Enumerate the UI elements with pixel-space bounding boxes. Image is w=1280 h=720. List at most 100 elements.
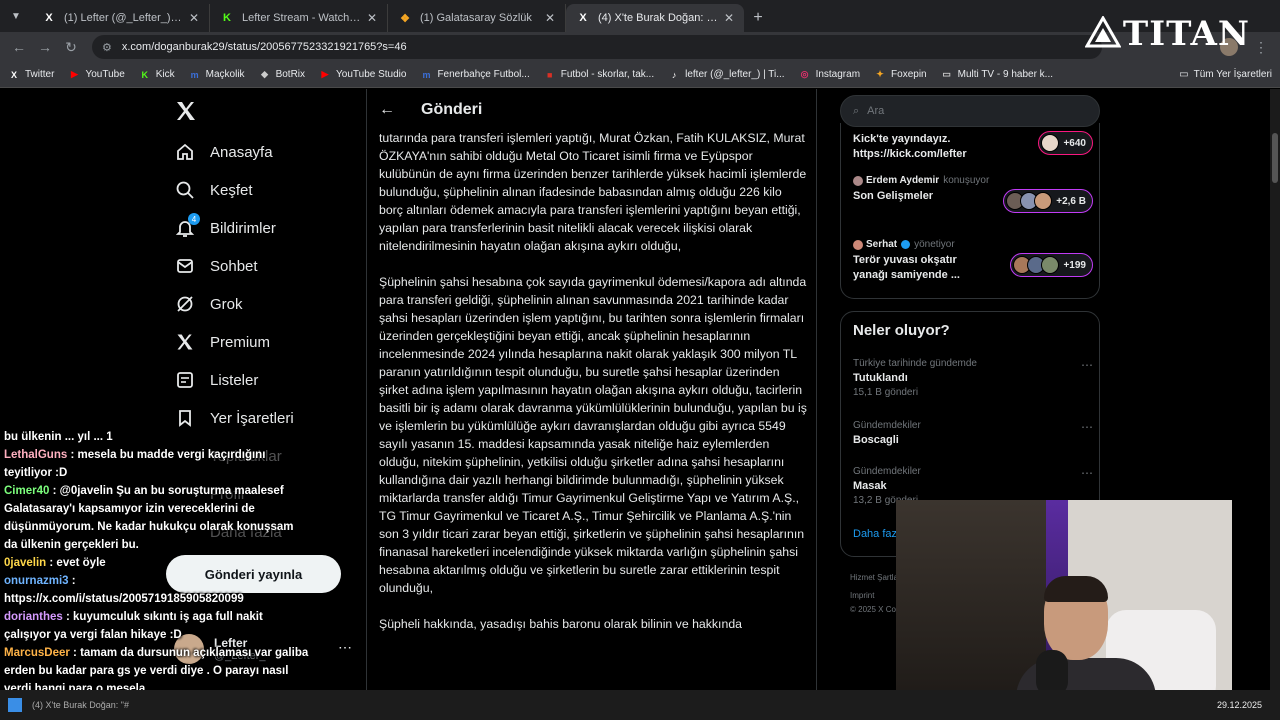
nav-label: Premium: [210, 333, 271, 351]
bookmark-favicon-icon: ◎: [800, 69, 809, 79]
bookmark-item[interactable]: m Maçkolik: [189, 69, 245, 81]
browser-tab-active[interactable]: X (4) X'te Burak Doğan: "#ÖZELH ✕: [566, 4, 744, 32]
back-arrow-icon[interactable]: ←: [377, 100, 397, 120]
browser-tab[interactable]: X (1) Lefter (@_Lefter_) / X ✕: [32, 4, 210, 32]
close-icon[interactable]: ✕: [724, 11, 734, 25]
tab-search-icon[interactable]: ▼: [0, 0, 32, 32]
notification-badge: 4: [188, 213, 200, 225]
browser-tab[interactable]: ❖ (1) Galatasaray Sözlük ✕: [388, 4, 566, 32]
bookmark-item[interactable]: K Kick: [139, 69, 175, 81]
bookmark-item[interactable]: ■ Futbol - skorlar, tak...: [544, 69, 654, 81]
bookmark-item[interactable]: ▶ YouTube: [68, 69, 125, 81]
nav-label: Listeler: [210, 371, 259, 389]
more-options-icon[interactable]: ⋯: [1081, 466, 1093, 480]
chat-message: onurnazmi3 : https://x.com/i/status/2005…: [4, 572, 310, 608]
bookmark-item[interactable]: ▶ YouTube Studio: [319, 69, 407, 81]
chat-message: Cimer40 : @0javelin Şu an bu soruşturma …: [4, 482, 310, 554]
nav-item-premium[interactable]: Premium: [174, 331, 270, 353]
footer-link[interactable]: Imprint: [850, 591, 874, 600]
space-host: Serhat: [866, 239, 898, 250]
all-bookmarks-button[interactable]: ▭ Tüm Yer İşaretleri: [1179, 69, 1272, 80]
titan-logo-icon: [1084, 16, 1121, 48]
taskbar-window-item[interactable]: (4) X'te Burak Doğan: "#: [32, 700, 129, 710]
space-item[interactable]: Erdem Aydemir konuşuyor Son Gelişmeler +…: [853, 175, 1093, 213]
browser-menu-icon[interactable]: ⋮: [1248, 34, 1274, 60]
chat-username: dorianthes: [4, 611, 63, 623]
bookmark-favicon-icon: m: [422, 69, 431, 80]
home-icon: [174, 141, 196, 163]
bookmark-label: Fenerbahçe Futbol...: [437, 69, 530, 80]
listener-count-text: +640: [1063, 137, 1086, 149]
bookmark-item[interactable]: X Twitter: [8, 69, 54, 81]
os-taskbar: (4) X'te Burak Doğan: "# 29.12.2025: [0, 690, 1280, 720]
nav-item-explore[interactable]: Keşfet: [174, 179, 253, 201]
bookmark-item[interactable]: ✦ Foxepin: [874, 69, 926, 81]
screen: ▼ X (1) Lefter (@_Lefter_) / X ✕ K Lefte…: [0, 0, 1280, 720]
nav-label: Keşfet: [210, 181, 253, 199]
nav-item-bookmarks[interactable]: Yer İşaretleri: [174, 407, 294, 429]
space-title: Terör yuvası okşatır yanağı samiyende ..…: [853, 254, 960, 281]
page-scrollbar[interactable]: [1270, 89, 1280, 690]
bookmark-item[interactable]: ♪ lefter (@_lefter_) | Ti...: [668, 69, 785, 81]
bookmark-label: Instagram: [815, 69, 861, 80]
bookmark-item[interactable]: ▭ Multi TV - 9 haber k...: [941, 69, 1053, 81]
bookmark-label: Futbol - skorlar, tak...: [560, 69, 655, 80]
post-paragraph: Şüphelinin şahsi hesabına çok sayıda gay…: [379, 275, 807, 595]
space-role: yönetiyor: [914, 239, 955, 250]
nav-label: Sohbet: [210, 257, 258, 275]
trends-title: Neler oluyor?: [853, 322, 950, 339]
nav-item-notifications[interactable]: 4 Bildirimler: [174, 213, 276, 239]
bookmark-item[interactable]: ◆ BotRix: [259, 69, 305, 81]
titan-logo: TITAN: [1084, 14, 1250, 54]
webcam-overlay: [896, 500, 1232, 706]
reload-icon[interactable]: ↻: [58, 34, 84, 60]
scrollbar-thumb[interactable]: [1272, 133, 1278, 183]
listener-count-text: +2,6 B: [1056, 195, 1086, 207]
bell-icon: 4: [174, 213, 200, 239]
space-meta: Serhat yönetiyor: [853, 239, 1093, 250]
trend-meta: Türkiye tarihinde gündemde: [853, 358, 977, 369]
nav-item-messages[interactable]: Sohbet: [174, 255, 258, 277]
footer-link[interactable]: Hizmet Şartları: [850, 573, 903, 582]
close-icon[interactable]: ✕: [545, 11, 555, 25]
more-options-icon[interactable]: ⋯: [1081, 420, 1093, 434]
close-icon[interactable]: ✕: [367, 11, 377, 25]
space-item[interactable]: Kick'te yayındayız. https://kick.com/lef…: [853, 129, 1093, 162]
more-options-icon[interactable]: ⋯: [1081, 358, 1093, 372]
new-tab-button[interactable]: +: [744, 4, 772, 32]
forward-icon[interactable]: →: [32, 34, 58, 60]
more-options-icon[interactable]: ⋯: [338, 639, 352, 656]
nav-item-home[interactable]: Anasayfa: [174, 141, 273, 163]
close-icon[interactable]: ✕: [189, 11, 199, 25]
chat-message: 0javelin : evet öyle: [4, 554, 310, 572]
trend-count: 15,1 B gönderi: [853, 387, 919, 398]
chat-message: LethalGuns : mesela bu madde vergi kaçır…: [4, 446, 310, 482]
x-logo-icon[interactable]: [174, 99, 198, 123]
url-text: x.com/doganburak29/status/20056775233219…: [121, 41, 407, 53]
tab-title: (1) Lefter (@_Lefter_) / X: [64, 12, 183, 24]
avatar: [1041, 256, 1060, 274]
trend-name: Tutuklandı: [853, 372, 908, 384]
bookmark-favicon-icon: X: [10, 69, 17, 80]
nav-item-grok[interactable]: Grok: [174, 293, 243, 315]
bookmark-item[interactable]: m Fenerbahçe Futbol...: [420, 69, 529, 81]
bookmark-favicon-icon: ◆: [261, 69, 269, 79]
tab-favicon-icon: ❖: [400, 12, 410, 25]
site-info-icon[interactable]: ⚙: [102, 41, 112, 54]
nav-item-lists[interactable]: Listeler: [174, 369, 258, 391]
bookmark-favicon-icon: ♪: [671, 69, 677, 80]
spaces-panel: Kick'te yayındayız. https://kick.com/lef…: [840, 123, 1100, 299]
windows-start-icon[interactable]: [8, 698, 22, 712]
back-icon[interactable]: ←: [6, 34, 32, 60]
bookmark-favicon-icon: K: [141, 69, 149, 80]
url-input[interactable]: ⚙ x.com/doganburak29/status/200567752332…: [92, 35, 1102, 59]
chat-username: 0javelin: [4, 557, 47, 569]
space-item[interactable]: Serhat yönetiyor Terör yuvası okşatır ya…: [853, 239, 1093, 283]
trend-item[interactable]: Türkiye tarihinde gündemde Tutuklandı 15…: [853, 358, 1093, 398]
trend-meta: Gündemdekiler: [853, 466, 921, 477]
main-column: ← Gönderi tutarında para transferi işlem…: [367, 89, 816, 690]
browser-tab[interactable]: K Lefter Stream - Watch Live on K ✕: [210, 4, 388, 32]
trend-item[interactable]: Gündemdekiler Boscagli ⋯: [853, 420, 1093, 446]
bookmark-label: Kick: [155, 69, 175, 80]
bookmark-item[interactable]: ◎ Instagram: [799, 69, 860, 81]
